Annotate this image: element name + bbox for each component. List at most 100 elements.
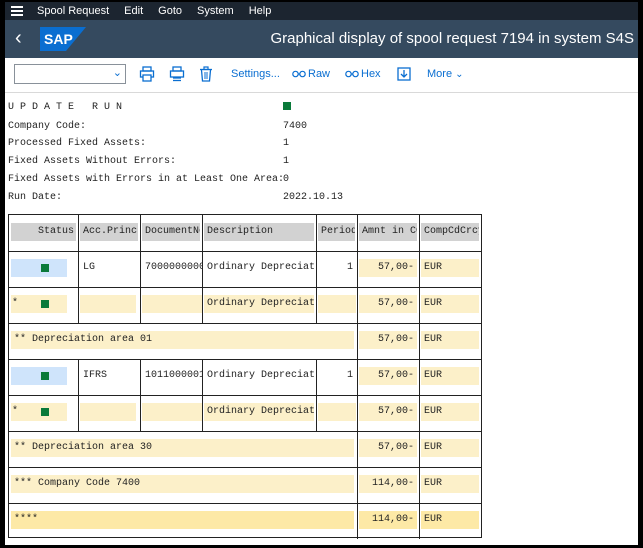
menu-spool-request[interactable]: Spool Request [37, 5, 109, 17]
status-square-icon [41, 264, 49, 272]
grid-line [357, 251, 358, 287]
status-square-icon [41, 408, 49, 416]
with-errors-value: 0 [283, 174, 290, 185]
header-period: Period [318, 223, 355, 241]
back-chevron-icon[interactable]: ‹ [15, 28, 22, 48]
hex-button[interactable]: Hex [361, 68, 381, 80]
glasses-icon [345, 70, 359, 78]
raw-button[interactable]: Raw [308, 68, 330, 80]
grid-line [419, 215, 420, 251]
status-square-icon [283, 102, 291, 114]
grid-line [357, 467, 358, 503]
grid-line [202, 215, 203, 251]
status-square-icon [41, 300, 49, 308]
grid-line [9, 395, 481, 396]
grid-line [9, 287, 481, 288]
hamburger-menu-icon[interactable] [11, 4, 23, 18]
menu-goto[interactable]: Goto [158, 5, 182, 17]
header-amount: Amnt in CC [359, 223, 417, 241]
print-settings-icon[interactable] [169, 66, 185, 82]
without-errors-value: 1 [283, 156, 290, 167]
currency-cell: EUR [421, 331, 479, 349]
chevron-down-icon: ⌄ [112, 67, 122, 79]
row-prefix: * [12, 298, 19, 309]
header-description: Description [204, 223, 314, 241]
grid-line [357, 323, 358, 359]
grid-line [357, 395, 358, 431]
grid-line [9, 467, 481, 468]
currency-cell: EUR [421, 403, 479, 421]
total-label-cell: ** Depreciation area 01 [11, 331, 354, 349]
menu-edit[interactable]: Edit [124, 5, 143, 17]
period-cell [318, 295, 356, 313]
description-cell: Ordinary Depreciat. [204, 259, 314, 277]
processed-label: Processed Fixed Assets: [8, 138, 147, 149]
grid-line [202, 287, 203, 323]
grid-line [9, 503, 481, 504]
description-cell: Ordinary Depreciat. [204, 403, 314, 421]
delete-icon[interactable] [198, 66, 214, 82]
grid-line [357, 287, 358, 323]
currency-cell: EUR [421, 295, 479, 313]
grid-line [316, 287, 317, 323]
grid-line [316, 395, 317, 431]
report-heading: U P D A T E R U N [8, 102, 123, 113]
print-icon[interactable] [139, 66, 155, 82]
status-cell: * [11, 295, 67, 313]
grid-line [316, 215, 317, 251]
grid-line [202, 251, 203, 287]
grid-line [9, 359, 481, 360]
export-icon[interactable] [396, 66, 412, 82]
currency-cell: EUR [421, 439, 479, 457]
grid-line [202, 395, 203, 431]
currency-cell: EUR [421, 367, 479, 385]
grid-line [357, 503, 358, 539]
document-no-cell [142, 295, 202, 313]
run-date-label: Run Date: [8, 192, 63, 203]
grid-line [202, 359, 203, 395]
grid-line [419, 467, 420, 503]
command-dropdown[interactable]: ⌄ [14, 64, 126, 84]
header-status: Status [11, 223, 76, 241]
document-no-cell [142, 403, 202, 421]
amount-cell: 114,00- [359, 475, 417, 493]
status-cell: * [11, 403, 67, 421]
currency-cell: EUR [421, 475, 479, 493]
acc-princ-cell: IFRS [80, 367, 136, 385]
grid-line [316, 251, 317, 287]
description-cell: Ordinary Depreciat. [204, 295, 314, 313]
status-square-icon [41, 372, 49, 380]
total-label-cell: ** Depreciation area 30 [11, 439, 354, 457]
grid-line [9, 431, 481, 432]
grid-line [140, 395, 141, 431]
document-no-cell: 7000000000 [142, 259, 202, 277]
grid-line [9, 323, 481, 324]
grid-line [419, 323, 420, 359]
settings-button[interactable]: Settings... [231, 68, 280, 80]
menu-bar: Spool Request Edit Goto System Help [5, 2, 638, 20]
acc-princ-cell [80, 403, 136, 421]
currency-cell: EUR [421, 259, 479, 277]
report-table: Status Acc.Princ. DocumentNo Description Per… [8, 214, 482, 539]
amount-cell: 57,00- [359, 367, 417, 385]
total-label-cell: **** [11, 511, 354, 529]
acc-princ-cell [80, 295, 136, 313]
chevron-down-icon: ⌄ [455, 69, 464, 80]
company-code-value: 7400 [283, 121, 308, 132]
period-cell: 1 [318, 367, 356, 385]
more-button-label: More [427, 68, 453, 80]
amount-cell: 57,00- [359, 295, 417, 313]
grid-line [419, 359, 420, 395]
menu-system[interactable]: System [197, 5, 234, 17]
grid-line [419, 287, 420, 323]
grid-line [140, 251, 141, 287]
grid-line [357, 215, 358, 251]
menu-help[interactable]: Help [249, 5, 272, 17]
more-button[interactable]: More ⌄ [427, 68, 464, 80]
description-cell: Ordinary Depreciat. [204, 367, 314, 385]
processed-value: 1 [283, 138, 290, 149]
grid-line [316, 359, 317, 395]
grid-line [78, 359, 79, 395]
sap-window: Spool Request Edit Goto System Help ‹ SA… [5, 2, 638, 545]
sap-logo: SAP [40, 27, 86, 51]
